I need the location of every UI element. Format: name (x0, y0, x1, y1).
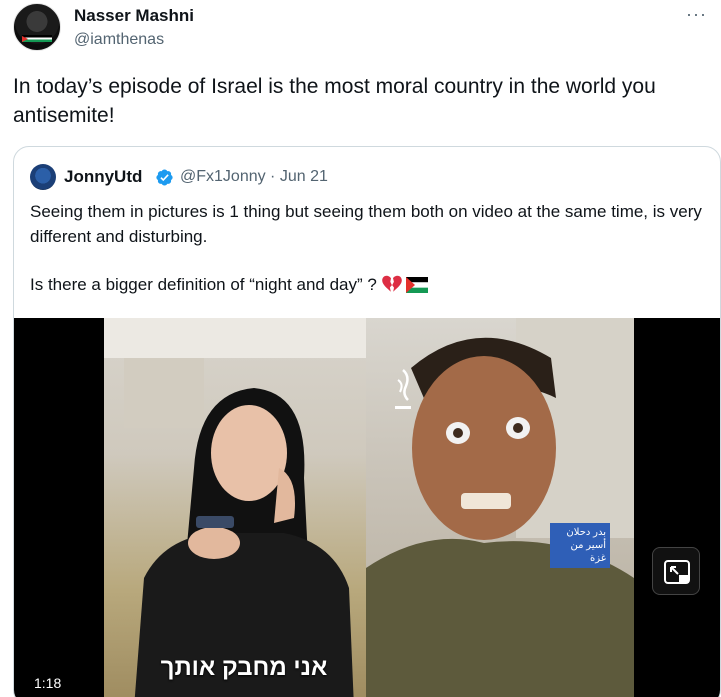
quoted-avatar[interactable] (30, 164, 56, 190)
author-handle[interactable]: @iamthenas (74, 31, 164, 49)
video-left-frame (104, 318, 366, 697)
author-avatar[interactable] (13, 3, 61, 51)
quoted-text: Seeing them in pictures is 1 thing but s… (30, 199, 710, 297)
video-duration: 1:18 (34, 675, 62, 691)
video-label-line-1: بدر دحلان (566, 527, 606, 538)
quoted-author-name[interactable]: JonnyUtd (64, 167, 142, 187)
quoted-paragraph-2-line: Is there a bigger definition of “night a… (30, 272, 710, 297)
verified-badge-icon (156, 169, 173, 186)
avatar-flag-triangle (22, 36, 28, 42)
video-subtitle: אני מחבק אותך (160, 654, 328, 681)
aljazeera-watermark-icon (395, 369, 411, 409)
left-frame-figure (104, 318, 366, 697)
picture-in-picture-icon (664, 560, 690, 584)
quoted-handle-date[interactable]: @Fx1Jonny · Jun 21 (180, 168, 328, 186)
video-player[interactable]: بدر دحلان أسير من غزة אני מחבק אותך 1:18 (14, 318, 720, 697)
picture-in-picture-button[interactable] (652, 547, 700, 595)
broken-heart-icon (381, 275, 402, 292)
author-name[interactable]: Nasser Mashni (74, 6, 194, 26)
palestine-flag-icon (406, 277, 429, 293)
tweet-card[interactable]: Nasser Mashni @iamthenas ··· In today’s … (0, 0, 721, 697)
quoted-tweet[interactable]: JonnyUtd @Fx1Jonny · Jun 21 Seeing them … (13, 146, 721, 697)
video-label-line-2: أسير من غزة (570, 540, 606, 564)
video-name-label: بدر دحلان أسير من غزة (550, 523, 610, 568)
tweet-text: In today’s episode of Israel is the most… (13, 75, 656, 127)
quoted-paragraph-2: Is there a bigger definition of “night a… (30, 275, 377, 294)
quoted-paragraph-1: Seeing them in pictures is 1 thing but s… (30, 202, 702, 246)
more-options-icon[interactable]: ··· (686, 4, 707, 25)
